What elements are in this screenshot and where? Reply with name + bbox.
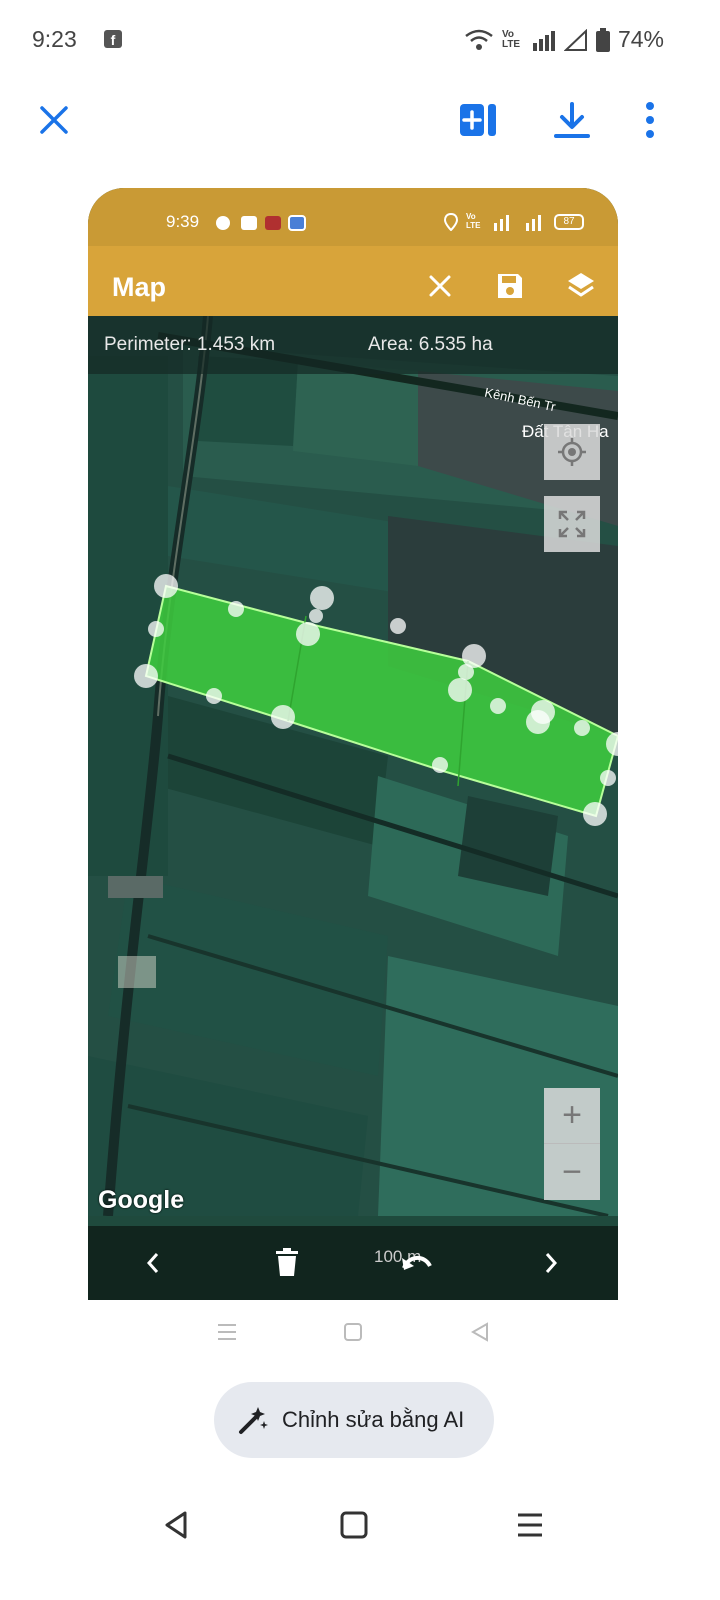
magic-wand-icon	[239, 1407, 268, 1434]
inner-battery-level: 87	[563, 216, 575, 227]
inner-location-icon	[444, 213, 458, 231]
status-time: 9:23	[32, 26, 77, 52]
map-graphic	[88, 316, 618, 1216]
inner-app-icons	[216, 215, 306, 231]
google-logo: Google	[98, 1186, 185, 1214]
download-button[interactable]	[548, 96, 596, 144]
inner-app-title: Map	[112, 272, 166, 302]
inner-app-bar	[88, 246, 618, 316]
edit-with-ai-button[interactable]: Chỉnh sửa bằng AI	[214, 1382, 494, 1458]
edit-with-ai-label: Chỉnh sửa bằng AI	[282, 1407, 465, 1432]
zoom-out-button[interactable]: −	[544, 1144, 600, 1200]
inner-network-label: Vo LTE	[466, 212, 481, 230]
zoom-in-label: +	[562, 1096, 582, 1134]
battery-percent: 74%	[617, 26, 664, 52]
close-button[interactable]	[30, 96, 78, 144]
zoom-in-button[interactable]: +	[544, 1088, 600, 1144]
perimeter-value: Perimeter: 1.453 km	[104, 334, 276, 355]
inner-status-bar: 9:39 Vo LTE 87	[88, 188, 618, 246]
screenshot-nav-bar	[0, 1318, 720, 1348]
my-location-button[interactable]	[544, 424, 600, 480]
inner-layers-icon	[568, 273, 594, 297]
satellite-map[interactable]: Kênh Bến Tr Đất Tân Ha	[88, 316, 618, 1216]
more-options-button[interactable]	[630, 96, 670, 144]
inner-save-icon	[498, 274, 522, 298]
more-vert-icon	[646, 102, 654, 138]
next-icon	[545, 1253, 558, 1273]
inner-signal-icon	[494, 215, 541, 231]
status-icons: Vo LTE 74%	[464, 26, 664, 53]
area-value: Area: 6.535 ha	[368, 334, 493, 355]
inner-close-icon	[429, 275, 451, 297]
top-toolbar	[0, 88, 720, 152]
zoom-out-label: −	[562, 1152, 582, 1191]
add-to-collection-button[interactable]	[454, 96, 502, 144]
signal-empty-icon	[563, 28, 587, 51]
inner-battery-icon: 87	[554, 214, 584, 230]
square-icon	[344, 1323, 362, 1341]
battery-icon	[595, 27, 610, 52]
previous-icon	[146, 1253, 159, 1273]
recents-lines-icon	[518, 1513, 542, 1537]
status-bar: 9:23 f Vo LTE 74%	[0, 0, 720, 80]
home-button[interactable]	[326, 1500, 382, 1550]
signal-icon	[532, 30, 555, 51]
download-icon	[554, 102, 590, 138]
delete-icon	[276, 1248, 298, 1276]
home-square-icon	[340, 1511, 368, 1539]
map-screenshot-image[interactable]: 9:39 Vo LTE 87 Map Kênh Bến Tr Đất Perim…	[88, 188, 618, 1300]
wifi-icon	[465, 29, 493, 50]
inner-status-time: 9:39	[166, 212, 200, 231]
recents-button[interactable]	[502, 1500, 558, 1550]
back-button[interactable]	[148, 1500, 204, 1550]
triangle-back-icon	[470, 1322, 488, 1342]
undo-icon	[402, 1256, 432, 1270]
system-nav-bar	[0, 1490, 720, 1560]
facebook-icon: f	[104, 30, 122, 48]
fullscreen-button[interactable]	[544, 496, 600, 552]
fullscreen-icon	[558, 510, 586, 538]
network-label: Vo LTE	[501, 28, 521, 50]
measurement-bar: Perimeter: 1.453 km Area: 6.535 ha	[88, 316, 618, 374]
back-triangle-icon	[165, 1511, 187, 1539]
map-bottom-toolbar: 100 m	[88, 1226, 618, 1300]
menu-lines-icon	[218, 1324, 236, 1340]
close-icon	[40, 106, 68, 134]
my-location-icon	[558, 438, 586, 466]
add-to-collection-icon	[460, 104, 496, 136]
